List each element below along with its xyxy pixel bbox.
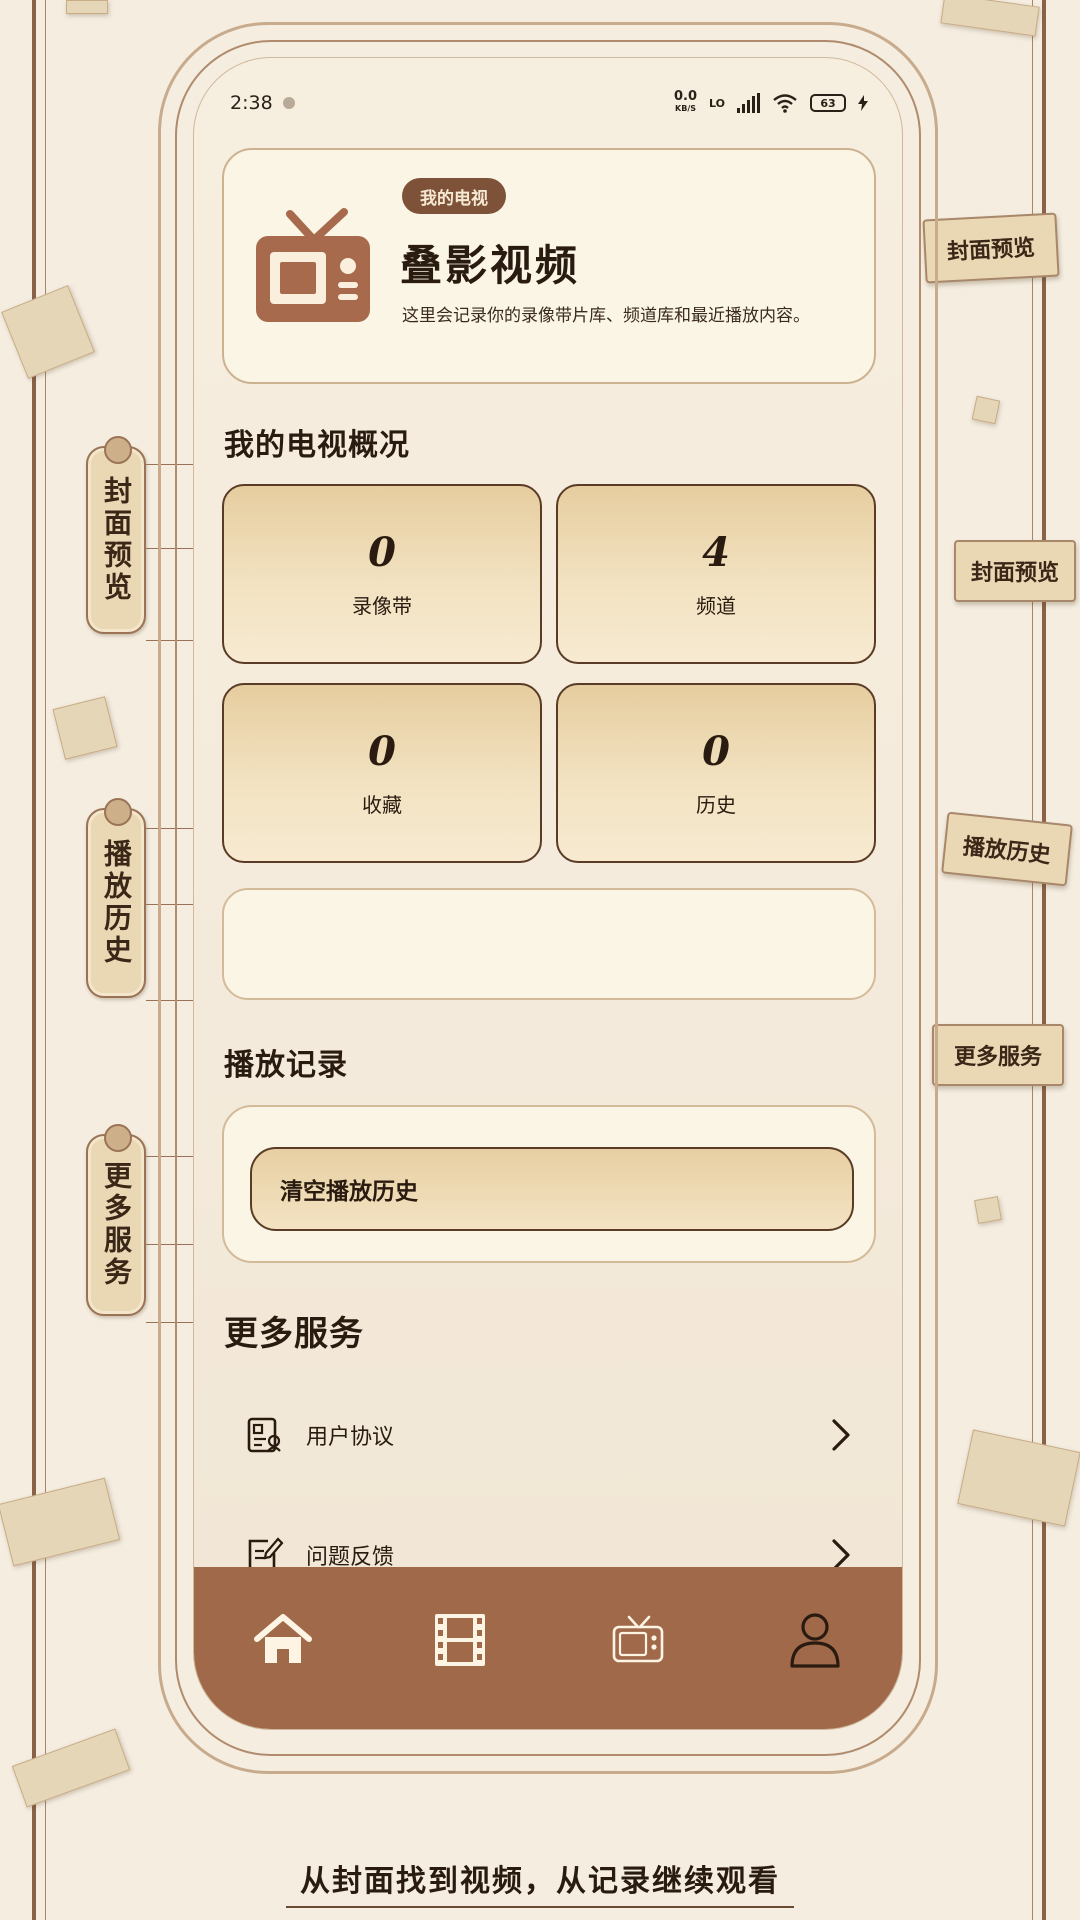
right-border-frame xyxy=(1032,0,1046,1920)
records-card: 清空播放历史 xyxy=(222,1105,876,1263)
services-section-title: 更多服务 xyxy=(224,1314,364,1354)
status-time: 2:38 xyxy=(230,92,273,114)
battery-icon: 63 xyxy=(810,94,846,112)
stat-value: 4 xyxy=(702,529,730,576)
annotation-tag-cover-preview: 封面预览 xyxy=(922,212,1060,284)
records-section-title: 播放记录 xyxy=(224,1048,348,1083)
left-border-frame xyxy=(32,0,46,1920)
stat-value: 0 xyxy=(702,728,730,775)
stat-label: 历史 xyxy=(696,793,736,817)
paper-scrap xyxy=(0,1477,121,1567)
home-icon xyxy=(253,1614,312,1663)
signal-icon xyxy=(737,93,760,113)
tab-profile[interactable] xyxy=(780,1605,850,1675)
list-item-user-agreement[interactable]: 用户协议 xyxy=(222,1390,876,1480)
tv-icon xyxy=(612,1615,664,1663)
agreement-icon xyxy=(247,1417,281,1453)
paper-scrap xyxy=(66,0,108,14)
stat-card-favorites[interactable]: 0 收藏 xyxy=(222,683,542,863)
profile-header-card: 我的电视 叠影视频 这里会记录你的录像带片库、频道库和最近播放内容。 xyxy=(222,148,876,384)
caption-underline xyxy=(286,1906,794,1908)
tv-logo-icon xyxy=(256,208,370,322)
tab-films[interactable] xyxy=(425,1605,495,1675)
annotation-tag-more-services: 更多服务 xyxy=(932,1024,1064,1086)
stat-card-tapes[interactable]: 0 录像带 xyxy=(222,484,542,664)
list-item-label: 用户协议 xyxy=(306,1425,395,1450)
tab-tv[interactable] xyxy=(603,1605,673,1675)
paper-scrap xyxy=(11,1728,131,1808)
stat-label: 频道 xyxy=(696,594,736,618)
paper-scrap xyxy=(1,285,95,379)
stat-card-channels[interactable]: 4 频道 xyxy=(556,484,876,664)
annotation-tag-cover-preview: 封面预览 xyxy=(86,436,146,634)
paper-scrap xyxy=(940,0,1040,37)
paper-scrap xyxy=(971,395,1001,425)
stat-label: 收藏 xyxy=(362,793,402,817)
annotation-tag-more-services: 更多服务 xyxy=(86,1124,146,1316)
paper-scrap xyxy=(52,696,118,760)
charging-icon xyxy=(858,95,868,111)
annotation-tag-play-history: 播放历史 xyxy=(86,798,146,998)
user-icon xyxy=(790,1613,840,1668)
stat-value: 0 xyxy=(368,728,396,775)
chevron-right-icon xyxy=(832,1419,850,1451)
notification-dot-icon xyxy=(282,97,295,109)
overview-section-title: 我的电视概况 xyxy=(224,428,410,463)
bottom-tab-bar xyxy=(194,1567,902,1729)
clear-history-button[interactable]: 清空播放历史 xyxy=(250,1147,854,1231)
phone-screen: 2:38 0.0 KB/S LO 63 我的电视 叠影视频 这里会记录你的录像带… xyxy=(193,57,903,1730)
stat-card-history[interactable]: 0 历史 xyxy=(556,683,876,863)
app-description: 这里会记录你的录像带片库、频道库和最近播放内容。 xyxy=(402,306,810,326)
annotation-tag-play-history: 播放历史 xyxy=(941,811,1073,887)
annotation-tag-cover-preview: 封面预览 xyxy=(954,540,1076,602)
footer-caption: 从封面找到视频，从记录继续观看 xyxy=(300,1864,780,1899)
network-speed: 0.0 KB/S xyxy=(674,89,698,113)
film-icon xyxy=(435,1614,486,1666)
paper-scrap xyxy=(974,1196,1002,1224)
empty-placeholder-card xyxy=(222,888,876,1000)
paper-scrap xyxy=(957,1429,1080,1527)
my-tv-badge: 我的电视 xyxy=(402,178,506,214)
stat-label: 录像带 xyxy=(352,594,412,618)
status-bar: 2:38 0.0 KB/S LO 63 xyxy=(230,86,868,120)
app-title: 叠影视频 xyxy=(400,241,581,290)
tab-home[interactable] xyxy=(248,1605,318,1675)
wifi-icon xyxy=(773,94,797,113)
stat-value: 0 xyxy=(368,529,396,576)
lte-label: LO xyxy=(709,96,725,110)
